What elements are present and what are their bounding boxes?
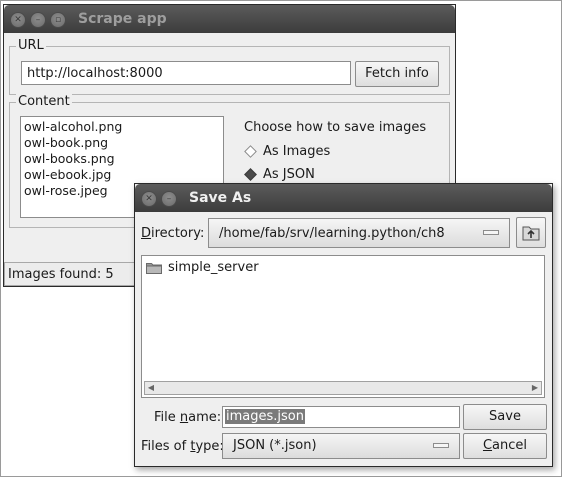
url-group: URL http://localhost:8000 Fetch info [9, 38, 450, 95]
radio-diamond-selected-icon [244, 168, 257, 181]
up-folder-icon [522, 226, 540, 241]
file-type-combo[interactable]: JSON (*.json) [222, 433, 460, 459]
directory-combo[interactable]: /home/fab/srv/learning.python/ch8 [208, 218, 510, 248]
combo-indicator-icon [433, 443, 449, 448]
as-images-radio[interactable]: As Images [244, 144, 331, 159]
directory-value: /home/fab/srv/learning.python/ch8 [219, 226, 445, 241]
scroll-left-icon[interactable]: ◀ [145, 382, 157, 394]
combo-indicator-icon [483, 230, 499, 235]
save-prompt-label: Choose how to save images [244, 120, 427, 135]
minimize-icon[interactable]: – [30, 12, 46, 28]
radio-label: As Images [263, 144, 331, 159]
file-name-input[interactable]: images.json [222, 406, 460, 428]
cancel-button[interactable]: Cancel [463, 433, 547, 459]
dialog-title-bar[interactable]: ✕ – Save As [135, 184, 552, 212]
title-bar[interactable]: ✕ – ▫ Scrape app [4, 5, 455, 33]
minimize-icon[interactable]: – [161, 191, 177, 207]
content-group-label: Content [16, 94, 72, 109]
horizontal-scrollbar[interactable]: ◀ ▶ [144, 381, 542, 395]
file-name-label: File name: [154, 410, 222, 425]
save-as-dialog: ✕ – Save As Directory: /home/fab/srv/lea… [134, 183, 553, 467]
as-json-radio[interactable]: As JSON [244, 167, 315, 182]
save-button[interactable]: Save [463, 404, 547, 430]
radio-diamond-icon [244, 145, 257, 158]
list-item[interactable]: simple_server [146, 260, 259, 275]
radio-label: As JSON [263, 167, 315, 182]
maximize-icon[interactable]: ▫ [50, 12, 66, 28]
dialog-title: Save As [189, 190, 252, 206]
list-item[interactable]: owl-alcohol.png [24, 119, 220, 135]
folder-icon [146, 262, 162, 274]
list-item[interactable]: owl-books.png [24, 151, 220, 167]
directory-label: Directory: [141, 226, 205, 241]
list-item[interactable]: owl-ebook.jpg [24, 167, 220, 183]
file-list[interactable]: simple_server ◀ ▶ [141, 255, 545, 398]
file-type-label: Files of type: [141, 439, 224, 454]
fetch-info-button[interactable]: Fetch info [355, 61, 439, 87]
url-group-label: URL [16, 38, 46, 53]
scroll-right-icon[interactable]: ▶ [529, 382, 541, 394]
up-folder-button[interactable] [516, 217, 546, 248]
file-type-value: JSON (*.json) [233, 438, 317, 453]
url-input[interactable]: http://localhost:8000 [21, 61, 351, 85]
folder-name: simple_server [168, 260, 259, 275]
window-title: Scrape app [78, 11, 167, 27]
list-item[interactable]: owl-book.png [24, 135, 220, 151]
file-name-value: images.json [225, 409, 305, 424]
close-icon[interactable]: ✕ [141, 191, 157, 207]
close-icon[interactable]: ✕ [10, 12, 26, 28]
